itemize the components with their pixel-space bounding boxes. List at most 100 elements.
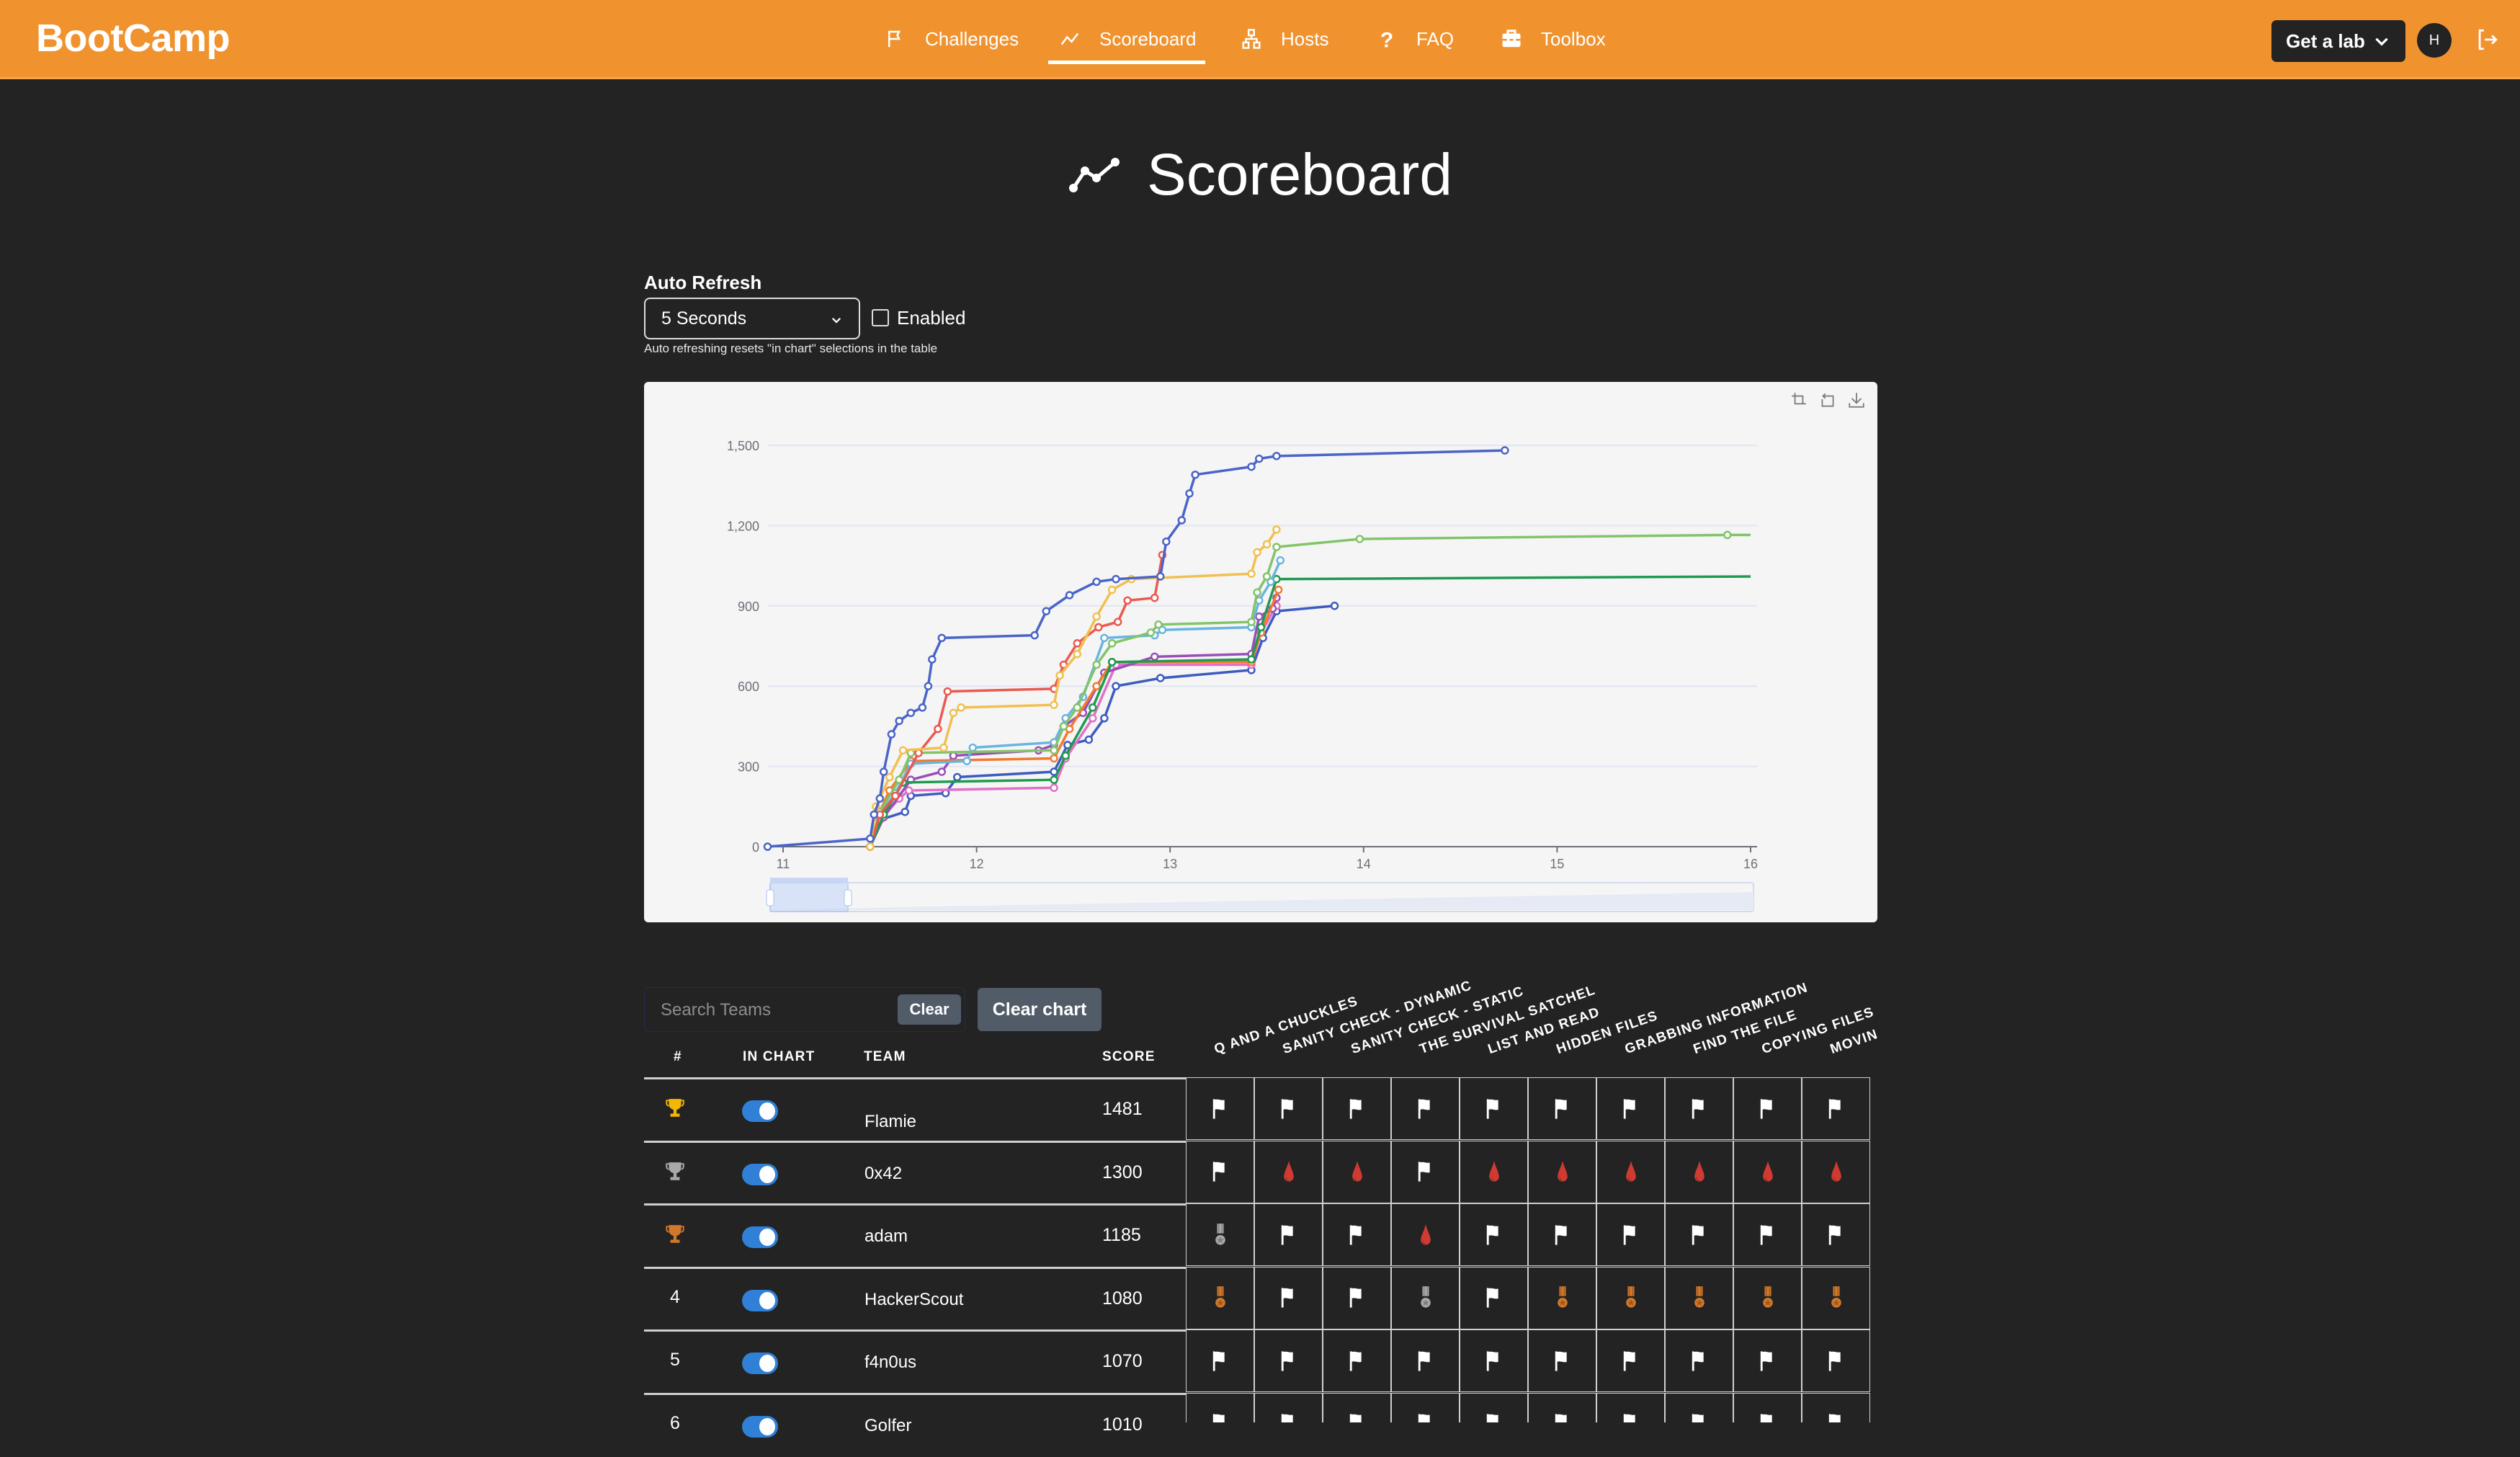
first-blood-icon <box>1557 1161 1568 1182</box>
solve-cell[interactable] <box>1391 1392 1460 1422</box>
team-name[interactable]: 0x42 <box>864 1164 902 1184</box>
solve-cell[interactable] <box>1528 1392 1596 1422</box>
solve-cell[interactable] <box>1391 1266 1460 1329</box>
solve-cell[interactable] <box>1665 1140 1733 1203</box>
solve-cell[interactable] <box>1186 1329 1254 1392</box>
solve-cell[interactable] <box>1733 1140 1802 1203</box>
team-name[interactable]: Flamie <box>864 1112 916 1132</box>
datazoom-handle-bar <box>770 878 848 883</box>
auto-refresh-enabled-checkbox[interactable] <box>872 309 889 326</box>
solve-cell[interactable] <box>1733 1392 1802 1422</box>
bronze-medal-icon <box>1625 1286 1636 1308</box>
solve-cell[interactable] <box>1186 1266 1254 1329</box>
solve-cell[interactable] <box>1528 1329 1596 1392</box>
solve-cell[interactable] <box>1254 1266 1323 1329</box>
data-point <box>1156 572 1165 581</box>
solve-cell[interactable] <box>1802 1329 1870 1392</box>
data-point <box>1092 660 1101 669</box>
solve-cell[interactable] <box>1323 1203 1391 1266</box>
solve-cell[interactable] <box>1665 1077 1733 1140</box>
refresh-interval-select[interactable]: 5 Seconds <box>644 298 860 339</box>
in-chart-toggle[interactable] <box>742 1415 778 1438</box>
solve-cell[interactable] <box>1733 1266 1802 1329</box>
solve-cell[interactable] <box>1391 1077 1460 1140</box>
solve-cell[interactable] <box>1254 1329 1323 1392</box>
in-chart-toggle[interactable] <box>742 1226 778 1248</box>
nav-hosts[interactable]: Hosts <box>1241 23 1328 55</box>
team-name[interactable]: Golfer <box>864 1416 911 1436</box>
solve-cell[interactable] <box>1802 1203 1870 1266</box>
solve-cell[interactable] <box>1186 1392 1254 1422</box>
solve-cell[interactable] <box>1665 1392 1733 1422</box>
zoom-icon[interactable] <box>1790 391 1808 409</box>
clear-chart-button[interactable]: Clear chart <box>978 988 1102 1031</box>
user-avatar[interactable]: H <box>2417 23 2452 58</box>
solve-cell[interactable] <box>1254 1077 1323 1140</box>
solve-cell[interactable] <box>1460 1392 1528 1422</box>
solve-cell[interactable] <box>1186 1140 1254 1203</box>
get-a-lab-button[interactable]: Get a lab <box>2271 20 2405 62</box>
solve-cell[interactable] <box>1733 1329 1802 1392</box>
solve-cell[interactable] <box>1596 1329 1665 1392</box>
app-logo[interactable]: BootCamp <box>36 16 230 61</box>
score-chart[interactable]: 0 300 600 900 1,200 1,500 11 12 13 14 15 16 <box>644 382 1877 922</box>
in-chart-toggle[interactable] <box>742 1100 778 1122</box>
solve-cell[interactable] <box>1254 1203 1323 1266</box>
solve-cell[interactable] <box>1460 1266 1528 1329</box>
solve-cell[interactable] <box>1254 1392 1323 1422</box>
search-teams-input[interactable] <box>661 998 877 1022</box>
solve-cell[interactable] <box>1460 1203 1528 1266</box>
download-icon[interactable] <box>1847 391 1866 409</box>
solve-cell[interactable] <box>1528 1077 1596 1140</box>
solve-cell[interactable] <box>1733 1077 1802 1140</box>
solve-cell[interactable] <box>1391 1203 1460 1266</box>
logout-icon[interactable] <box>2475 27 2499 52</box>
solve-cell[interactable] <box>1596 1077 1665 1140</box>
solve-cell[interactable] <box>1254 1140 1323 1203</box>
solve-cell[interactable] <box>1391 1140 1460 1203</box>
solve-cell[interactable] <box>1596 1203 1665 1266</box>
solve-cell[interactable] <box>1323 1077 1391 1140</box>
solve-cell[interactable] <box>1186 1203 1254 1266</box>
solve-cell[interactable] <box>1802 1140 1870 1203</box>
team-name[interactable]: adam <box>864 1226 908 1247</box>
solve-cell[interactable] <box>1665 1329 1733 1392</box>
solve-cell[interactable] <box>1460 1077 1528 1140</box>
solve-cell[interactable] <box>1802 1077 1870 1140</box>
clear-search-button[interactable]: Clear <box>898 994 961 1025</box>
nav-faq[interactable]: ? FAQ <box>1376 23 1454 55</box>
nav-scoreboard[interactable]: Scoreboard <box>1059 23 1196 55</box>
data-point <box>962 757 971 765</box>
solve-cell[interactable] <box>1391 1329 1460 1392</box>
solve-cell[interactable] <box>1528 1140 1596 1203</box>
solve-cell[interactable] <box>1323 1329 1391 1392</box>
solve-cell[interactable] <box>1596 1266 1665 1329</box>
solve-cell[interactable] <box>1665 1203 1733 1266</box>
solve-cell[interactable] <box>1733 1203 1802 1266</box>
in-chart-toggle[interactable] <box>742 1289 778 1311</box>
solve-cell[interactable] <box>1802 1266 1870 1329</box>
zoom-reset-icon[interactable] <box>1818 391 1837 409</box>
in-chart-toggle[interactable] <box>742 1163 778 1185</box>
solve-cell[interactable] <box>1460 1329 1528 1392</box>
solve-cell[interactable] <box>1802 1392 1870 1422</box>
solve-cell[interactable] <box>1596 1140 1665 1203</box>
team-score: 1185 <box>1102 1225 1141 1245</box>
solve-cell[interactable] <box>1665 1266 1733 1329</box>
team-name[interactable]: HackerScout <box>864 1290 963 1310</box>
in-chart-toggle[interactable] <box>742 1353 778 1374</box>
flag-icon <box>1281 1098 1293 1119</box>
solve-cell[interactable] <box>1460 1140 1528 1203</box>
nav-challenges[interactable]: Challenges <box>885 23 1019 55</box>
solve-cell[interactable] <box>1596 1392 1665 1422</box>
auto-refresh-enabled-label[interactable]: Enabled <box>897 307 965 329</box>
solve-cell[interactable] <box>1323 1392 1391 1422</box>
nav-toolbox[interactable]: Toolbox <box>1501 23 1606 55</box>
team-name[interactable]: f4n0us <box>864 1353 916 1373</box>
solve-cell[interactable] <box>1528 1203 1596 1266</box>
solve-cell[interactable] <box>1186 1077 1254 1140</box>
solve-cell[interactable] <box>1528 1266 1596 1329</box>
solve-cell[interactable] <box>1323 1266 1391 1329</box>
solve-cell[interactable] <box>1323 1140 1391 1203</box>
refresh-interval-value: 5 Seconds <box>661 308 747 329</box>
